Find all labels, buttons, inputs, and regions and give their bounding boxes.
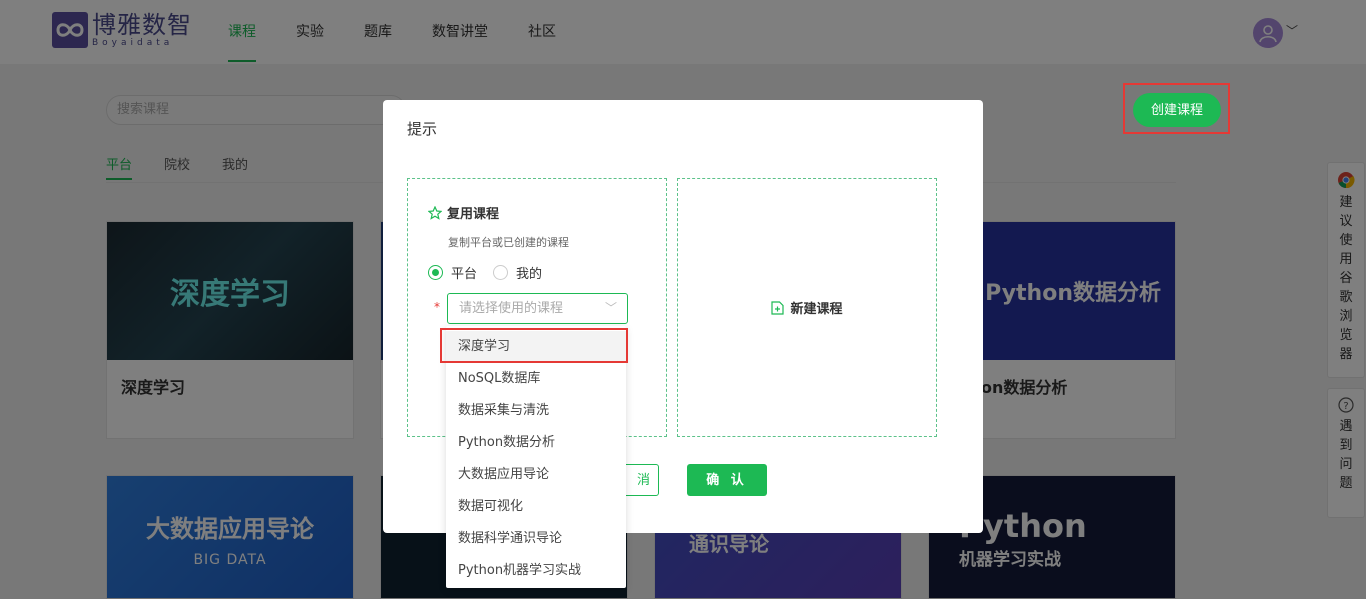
dropdown-option[interactable]: NoSQL数据库 — [446, 363, 626, 395]
dropdown-option[interactable]: 数据采集与清洗 — [446, 395, 626, 427]
radio-mine[interactable] — [493, 265, 509, 280]
radio-platform-label[interactable]: 平台 — [451, 263, 477, 282]
new-file-icon — [771, 300, 785, 315]
required-mark: * — [434, 300, 440, 314]
course-select[interactable]: 请选择使用的课程 ﹀ — [447, 293, 628, 324]
confirm-button[interactable]: 确 认 — [687, 464, 767, 496]
new-course-label: 新建课程 — [790, 302, 843, 317]
star-icon — [428, 205, 442, 220]
chevron-down-icon: ﹀ — [604, 301, 617, 315]
dropdown-option[interactable]: 数据可视化 — [446, 491, 626, 523]
dropdown-option[interactable]: Python数据分析 — [446, 427, 626, 459]
course-select-placeholder: 请选择使用的课程 — [459, 301, 564, 316]
create-button-highlight — [1123, 83, 1230, 134]
new-course-option[interactable]: 新建课程 — [677, 178, 937, 437]
dropdown-option[interactable]: 数据科学通识导论 — [446, 523, 626, 555]
dialog-title: 提示 — [407, 120, 438, 138]
reuse-course-description: 复制平台或已创建的课程 — [448, 236, 569, 249]
dropdown-option[interactable]: Python机器学习实战 — [446, 555, 626, 587]
radio-mine-label[interactable]: 我的 — [516, 263, 542, 282]
source-radio-group: 平台 我的 — [428, 263, 558, 282]
dropdown-option-highlight — [440, 328, 628, 363]
radio-platform[interactable] — [428, 265, 443, 280]
course-dropdown-menu: 深度学习 NoSQL数据库 数据采集与清洗 Python数据分析 大数据应用导论… — [446, 326, 626, 588]
reuse-course-title: 复用课程 — [447, 207, 500, 222]
dropdown-option[interactable]: 大数据应用导论 — [446, 459, 626, 491]
